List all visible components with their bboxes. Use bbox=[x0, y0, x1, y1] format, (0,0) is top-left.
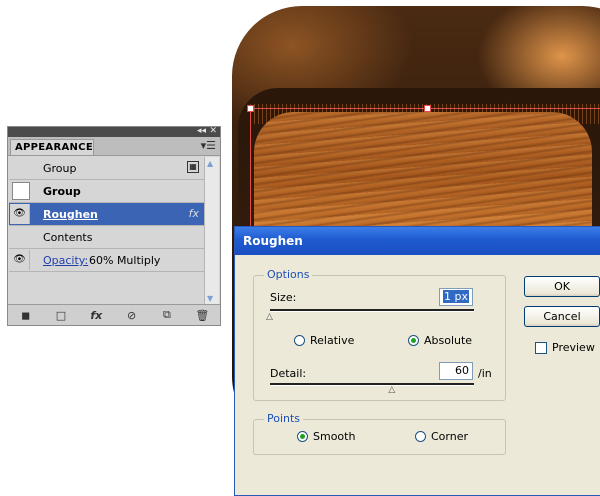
absolute-label: Absolute bbox=[424, 334, 473, 347]
row-group-header[interactable]: Group ▦ bbox=[9, 157, 205, 180]
row-roughen[interactable]: 👁 Roughen fx bbox=[9, 203, 205, 226]
smooth-radio[interactable]: Smooth bbox=[297, 430, 355, 443]
size-label: Size: bbox=[270, 291, 297, 304]
row-label: Contents bbox=[43, 231, 93, 244]
size-slider-thumb[interactable]: △ bbox=[266, 313, 273, 322]
detail-value: 60 bbox=[455, 364, 469, 377]
duplicate-item-icon[interactable]: ⧉ bbox=[159, 308, 175, 322]
delete-icon[interactable]: 🗑 bbox=[194, 309, 210, 322]
relative-radio[interactable]: Relative bbox=[294, 334, 354, 347]
roughen-dialog: Roughen Options Size: 1 px △ Relative Ab… bbox=[234, 226, 600, 496]
dialog-title[interactable]: Roughen bbox=[235, 227, 600, 255]
relative-label: Relative bbox=[310, 334, 355, 347]
detail-unit: /in bbox=[478, 367, 492, 380]
size-slider-track[interactable] bbox=[270, 309, 474, 312]
size-value: 1 px bbox=[443, 290, 469, 303]
preview-label: Preview bbox=[552, 341, 595, 354]
empty-visibility-box[interactable] bbox=[12, 182, 30, 200]
dialog-body: Options Size: 1 px △ Relative Absolute D… bbox=[238, 255, 600, 495]
scroll-up-icon[interactable]: ▲ bbox=[207, 159, 213, 168]
tab-appearance[interactable]: APPEARANCE bbox=[10, 139, 94, 155]
detail-input[interactable]: 60 bbox=[439, 362, 473, 380]
new-stroke-icon[interactable]: □ bbox=[53, 309, 69, 322]
opacity-link[interactable]: Opacity: bbox=[43, 254, 88, 267]
options-legend: Options bbox=[264, 268, 313, 281]
collapse-panel-icon[interactable]: ◂◂ bbox=[197, 126, 206, 137]
scroll-down-icon[interactable]: ▼ bbox=[207, 294, 213, 303]
preview-checkbox[interactable]: Preview bbox=[535, 341, 595, 354]
row-opacity[interactable]: 👁 Opacity: 60% Multiply bbox=[9, 249, 205, 272]
absolute-radio[interactable]: Absolute bbox=[408, 334, 472, 347]
radio-dot bbox=[408, 335, 419, 346]
add-effect-icon[interactable]: fx bbox=[88, 309, 104, 322]
panel-tab-bar: APPEARANCE ▾☰ bbox=[8, 137, 220, 156]
effect-link-roughen[interactable]: Roughen bbox=[43, 208, 98, 221]
options-group: Options Size: 1 px △ Relative Absolute D… bbox=[253, 268, 506, 401]
close-panel-icon[interactable]: ✕ bbox=[209, 126, 217, 137]
panel-menu-icon[interactable]: ▾☰ bbox=[201, 139, 216, 152]
row-label: Group bbox=[43, 185, 81, 198]
radio-dot bbox=[297, 431, 308, 442]
eye-icon[interactable]: 👁 bbox=[10, 204, 30, 224]
detail-slider-thumb[interactable]: △ bbox=[388, 386, 395, 395]
radio-dot bbox=[415, 431, 426, 442]
appearance-panel: ◂◂ ✕ APPEARANCE ▾☰ Group ▦ Group 👁 Rough… bbox=[7, 126, 221, 326]
row-group[interactable]: Group bbox=[9, 180, 205, 203]
points-group: Points Smooth Corner bbox=[253, 412, 506, 455]
checkbox-box bbox=[535, 341, 547, 354]
row-label: Group bbox=[43, 162, 77, 175]
detail-slider-track[interactable] bbox=[270, 383, 474, 386]
clear-appearance-icon[interactable]: ◼ bbox=[18, 309, 34, 322]
smooth-label: Smooth bbox=[313, 430, 356, 443]
points-legend: Points bbox=[264, 412, 304, 425]
anchor-handle-mid[interactable] bbox=[424, 105, 431, 112]
panel-footer: ◼ □ fx ⊘ ⧉ 🗑 bbox=[8, 304, 220, 325]
panel-header-strip: ◂◂ ✕ bbox=[8, 126, 220, 137]
corner-label: Corner bbox=[431, 430, 469, 443]
ok-button[interactable]: OK bbox=[524, 276, 600, 297]
opacity-value: 60% Multiply bbox=[89, 254, 161, 267]
reduce-icon[interactable]: ⊘ bbox=[124, 309, 140, 322]
panel-scrollbar[interactable]: ▲ ▼ bbox=[204, 157, 219, 305]
size-input[interactable]: 1 px bbox=[439, 288, 473, 306]
radio-dot bbox=[294, 335, 305, 346]
corner-radio[interactable]: Corner bbox=[415, 430, 468, 443]
detail-label: Detail: bbox=[270, 367, 307, 380]
row-contents[interactable]: Contents bbox=[9, 226, 205, 249]
cancel-button[interactable]: Cancel bbox=[524, 306, 600, 327]
fx-icon: fx bbox=[188, 207, 199, 220]
anchor-handle-left[interactable] bbox=[247, 105, 254, 112]
eye-icon[interactable]: 👁 bbox=[10, 250, 30, 270]
transparency-thumbnail-icon: ▦ bbox=[187, 161, 199, 173]
